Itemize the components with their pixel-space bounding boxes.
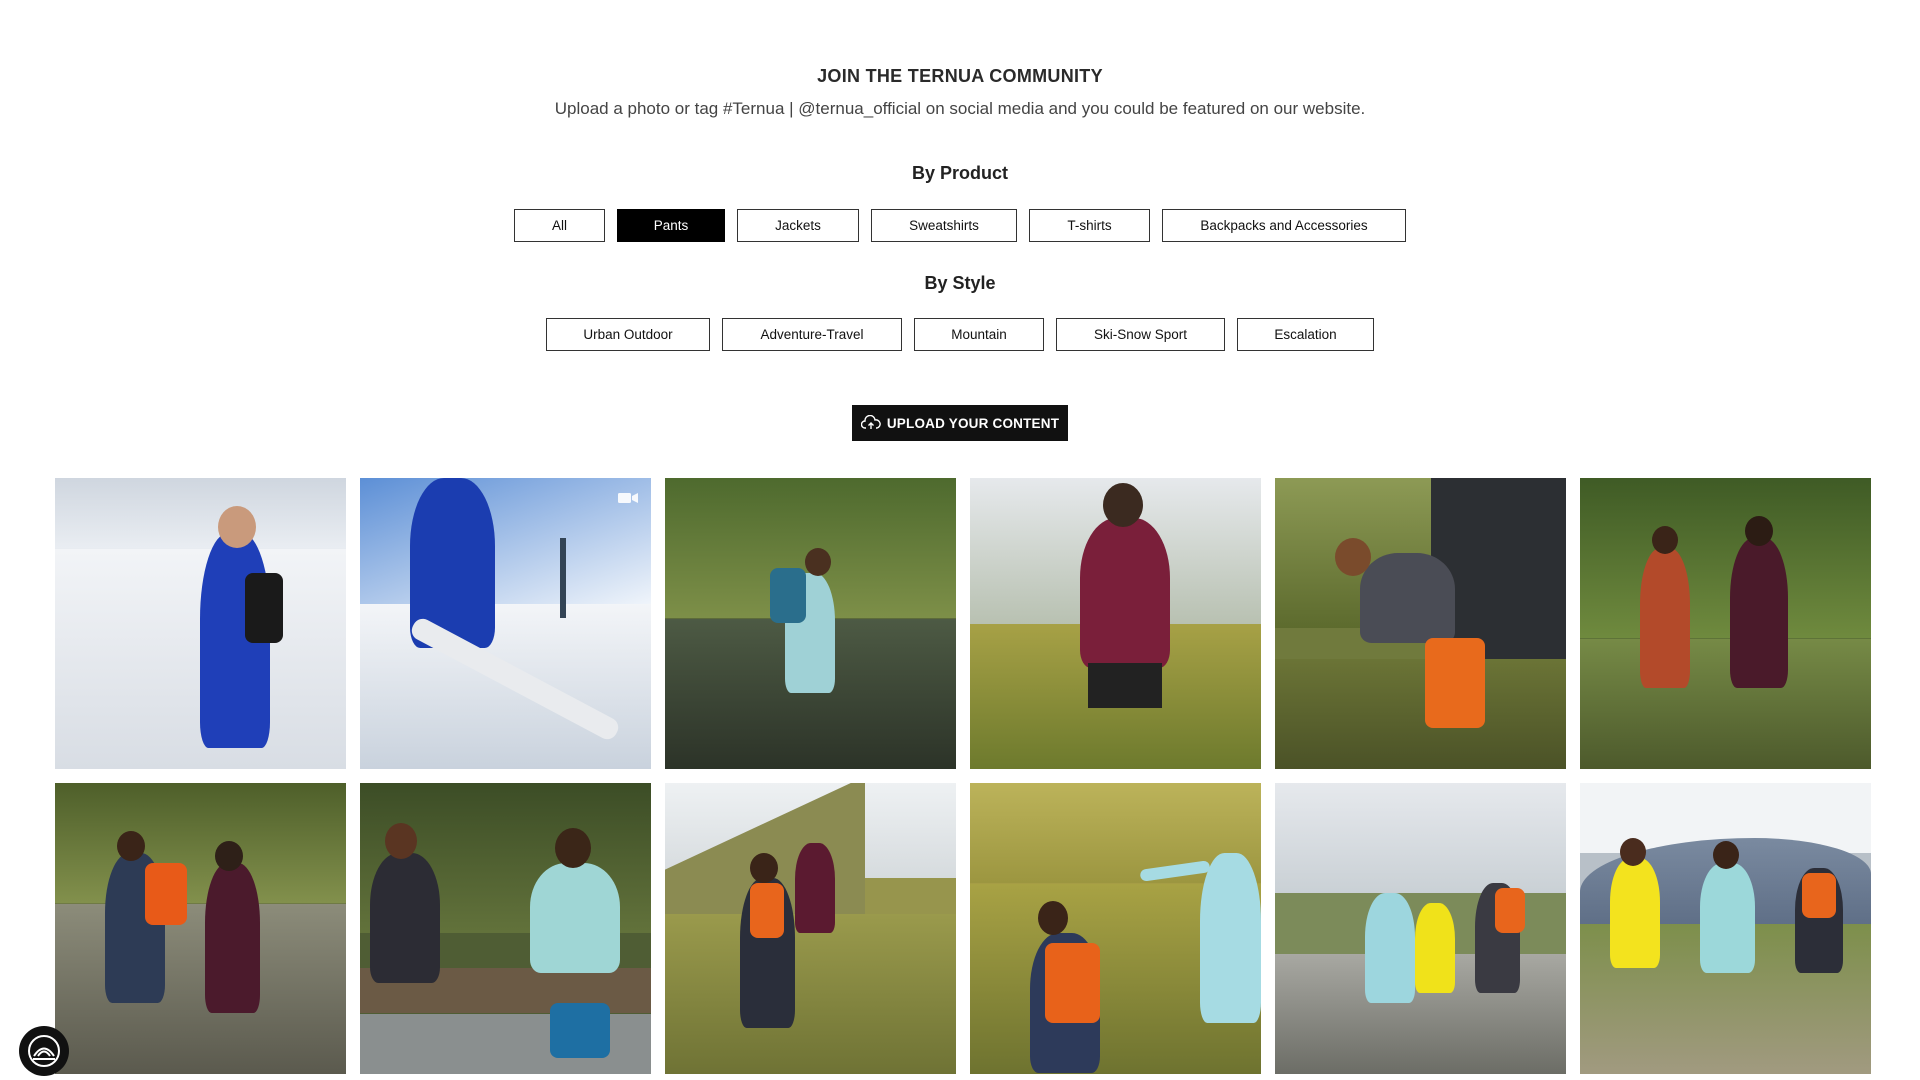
by-style-heading: By Style bbox=[924, 273, 996, 293]
ternua-logo-button[interactable] bbox=[19, 1026, 69, 1076]
community-header: JOIN THE TERNUA COMMUNITY Upload a photo… bbox=[0, 66, 1920, 119]
page-title: JOIN THE TERNUA COMMUNITY bbox=[817, 66, 1103, 86]
filter-ski-snow-button[interactable]: Ski-Snow Sport bbox=[1056, 318, 1225, 351]
filter-mountain-button[interactable]: Mountain bbox=[914, 318, 1044, 351]
gallery-tile[interactable] bbox=[1580, 478, 1871, 769]
gallery-tile[interactable] bbox=[665, 783, 956, 1074]
filter-tshirts-button[interactable]: T-shirts bbox=[1029, 209, 1150, 242]
gallery-tile[interactable] bbox=[55, 478, 346, 769]
gallery-tile[interactable] bbox=[55, 783, 346, 1074]
filter-escalation-button[interactable]: Escalation bbox=[1237, 318, 1374, 351]
gallery-tile[interactable] bbox=[360, 478, 651, 769]
product-filter-row: All Pants Jackets Sweatshirts T-shirts B… bbox=[0, 209, 1920, 242]
page-subtitle: Upload a photo or tag #Ternua | @ternua_… bbox=[554, 99, 1366, 118]
ugc-gallery-grid bbox=[55, 478, 1871, 1074]
upload-content-button[interactable]: UPLOAD YOUR CONTENT bbox=[851, 405, 1069, 441]
gallery-tile[interactable] bbox=[970, 783, 1261, 1074]
gallery-tile[interactable] bbox=[970, 478, 1261, 769]
filter-all-button[interactable]: All bbox=[514, 209, 605, 242]
gallery-tile[interactable] bbox=[665, 478, 956, 769]
video-icon bbox=[618, 493, 638, 503]
filter-adventure-travel-button[interactable]: Adventure-Travel bbox=[722, 318, 902, 351]
cloud-upload-icon bbox=[860, 415, 881, 429]
gallery-tile[interactable] bbox=[360, 783, 651, 1074]
by-product-heading: By Product bbox=[911, 163, 1008, 183]
upload-button-label: UPLOAD YOUR CONTENT bbox=[886, 415, 1060, 431]
filter-sweatshirts-button[interactable]: Sweatshirts bbox=[871, 209, 1017, 242]
style-filter-row: Urban Outdoor Adventure-Travel Mountain … bbox=[0, 318, 1920, 351]
ternua-logo-icon bbox=[28, 1035, 60, 1067]
filter-backpacks-button[interactable]: Backpacks and Accessories bbox=[1162, 209, 1406, 242]
gallery-tile[interactable] bbox=[1275, 783, 1566, 1074]
gallery-tile[interactable] bbox=[1275, 478, 1566, 769]
filter-urban-outdoor-button[interactable]: Urban Outdoor bbox=[546, 318, 710, 351]
filter-pants-button[interactable]: Pants bbox=[617, 209, 725, 242]
upload-container: UPLOAD YOUR CONTENT bbox=[0, 405, 1920, 441]
filter-jackets-button[interactable]: Jackets bbox=[737, 209, 859, 242]
gallery-tile[interactable] bbox=[1580, 783, 1871, 1074]
